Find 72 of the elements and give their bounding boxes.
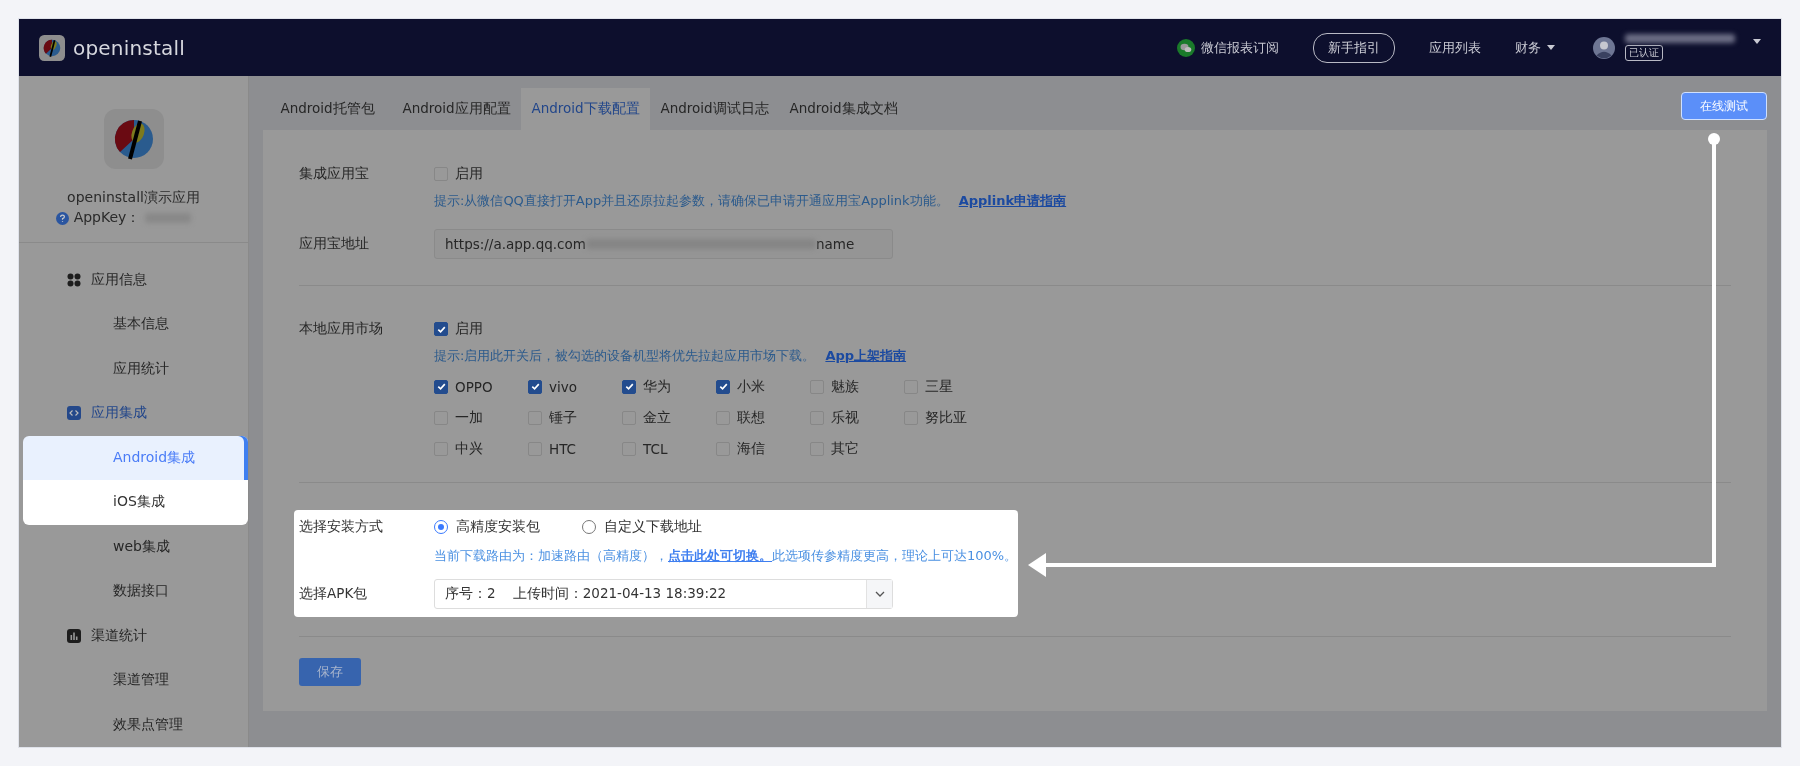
menu-item[interactable]: 渠道管理 [23, 658, 248, 703]
menu-group[interactable]: 渠道统计 [19, 613, 248, 658]
caret-icon[interactable] [1753, 39, 1761, 44]
checkbox-label[interactable]: 一加 [455, 408, 483, 427]
grid-icon [67, 272, 81, 287]
checkbox-label[interactable]: OPPO [455, 378, 493, 395]
guide-link[interactable]: App上架指南 [825, 348, 907, 363]
nav-dropdown[interactable]: 财务 [1515, 38, 1541, 57]
save-button[interactable]: 保存 [299, 658, 361, 686]
menu-item[interactable]: 数据接口 [23, 569, 248, 614]
guide-link[interactable]: Applink申请指南 [958, 193, 1067, 208]
menu-item[interactable]: 效果点管理 [23, 702, 248, 747]
bar-chart-icon [67, 628, 81, 643]
menu-item[interactable]: iOS集成 [23, 480, 248, 525]
checkbox-label[interactable]: 努比亚 [925, 408, 967, 427]
help-icon[interactable] [55, 211, 69, 225]
chevron-down-icon[interactable] [874, 591, 885, 597]
tab[interactable]: Android下载配置 [521, 88, 650, 130]
checkbox-label[interactable]: 三星 [925, 377, 953, 396]
checkbox-label[interactable]: TCL [643, 440, 668, 457]
checkbox[interactable] [434, 379, 448, 394]
hint-text: 当前下载路由为：加速路由（高精度），点击此处可切换。此选项传参精度更高，理论上可达100%。 [434, 547, 1013, 565]
avatar-icon[interactable] [1593, 36, 1615, 59]
checkbox-label[interactable]: 乐视 [831, 408, 859, 427]
menu-item[interactable]: Android集成 [23, 435, 248, 480]
hint-text: 提示:启用此开关后，被勾选的设备机型将优先拉起应用市场下载。 [434, 348, 816, 363]
checkbox[interactable] [716, 379, 730, 394]
checkbox[interactable] [622, 379, 636, 394]
checkbox-label[interactable]: 海信 [737, 439, 765, 458]
verified-badge: 已认证 [1625, 45, 1663, 61]
checkbox-label[interactable]: HTC [549, 440, 577, 457]
app-icon [103, 109, 164, 169]
nav-link[interactable]: 微信报表订阅 [1201, 38, 1279, 57]
field-label: 应用宝地址 [299, 235, 370, 253]
checkbox-label[interactable]: 启用 [455, 320, 483, 338]
field-label: 本地应用市场 [299, 320, 384, 338]
checkbox-label[interactable]: 锤子 [549, 408, 577, 427]
nav-link[interactable]: 应用列表 [1429, 38, 1481, 57]
hint-text: 提示:从微信QQ直接打开App并且还原拉起参数，请确保已申请开通应用宝Applink功能。 [434, 193, 949, 208]
checkbox-label[interactable]: 启用 [455, 165, 483, 183]
wechat-icon[interactable] [1177, 38, 1195, 57]
menu-item[interactable]: 应用统计 [23, 346, 248, 391]
checkbox-label[interactable]: 其它 [831, 439, 859, 458]
menu-item[interactable]: 基本信息 [23, 302, 248, 347]
logo-text: openinstall [73, 35, 185, 60]
field-label: 选择安装方式 [299, 518, 384, 536]
app-name: openinstall演示应用 [67, 189, 200, 207]
checkbox-label[interactable]: 金立 [643, 408, 671, 427]
apk-select[interactable]: 序号：2 上传时间：2021-04-13 18:39:22 [434, 579, 893, 609]
menu-group[interactable]: 应用集成 [19, 391, 248, 436]
checkbox[interactable] [528, 379, 542, 394]
field-label: 集成应用宝 [299, 165, 370, 183]
checkbox-label[interactable]: vivo [549, 378, 577, 395]
checkbox-label[interactable]: 魅族 [831, 377, 859, 396]
field-label: 选择APK包 [299, 585, 369, 603]
appkey-label: AppKey： [73, 209, 141, 227]
checkbox-label[interactable]: 联想 [737, 408, 765, 427]
radio-label[interactable]: 自定义下载地址 [604, 518, 702, 536]
caret-icon[interactable] [1547, 45, 1555, 50]
url-field[interactable]: https://a.app.qq.com name [434, 229, 893, 259]
logo-icon [39, 34, 65, 61]
code-icon [67, 406, 81, 421]
checkbox-label[interactable]: 小米 [737, 377, 765, 396]
guide-button[interactable]: 新手指引 [1313, 32, 1395, 63]
menu-item[interactable]: web集成 [23, 524, 248, 569]
radio-label[interactable]: 高精度安装包 [456, 518, 540, 536]
switch-link[interactable]: 点击此处可切换。 [668, 548, 772, 563]
online-test-button[interactable]: 在线测试 [1681, 92, 1767, 120]
checkbox[interactable] [434, 322, 448, 336]
checkbox-label[interactable]: 华为 [643, 377, 671, 396]
checkbox-label[interactable]: 中兴 [455, 439, 483, 458]
menu-group[interactable]: 应用信息 [19, 257, 248, 302]
